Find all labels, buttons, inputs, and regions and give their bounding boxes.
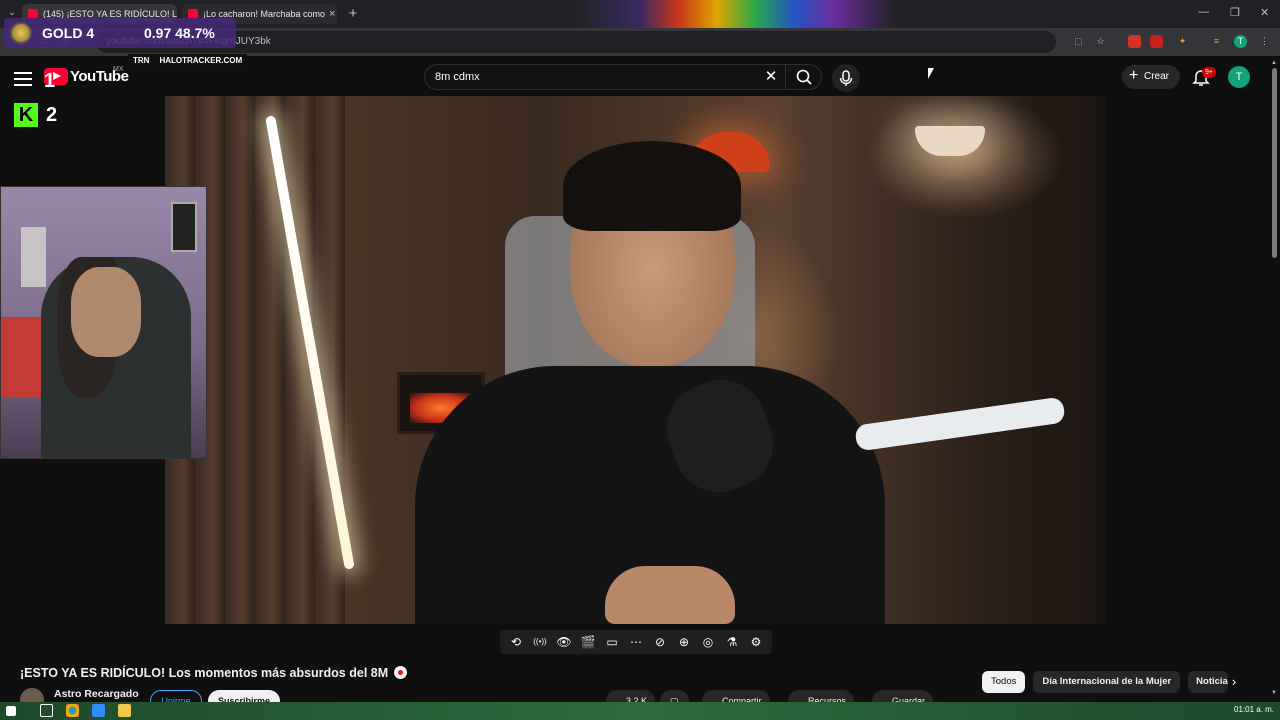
kebab-menu-icon[interactable]: ⋮: [1258, 35, 1271, 48]
view-icon[interactable]: 👁: [556, 634, 572, 650]
address-bar[interactable]: youtube.com/watch?v=FKqrdJUY3bk: [96, 31, 1056, 53]
system-clock: 01:01 a. m.: [1234, 705, 1275, 714]
mouse-cursor-icon: [928, 68, 934, 79]
task-view-icon[interactable]: [40, 704, 53, 717]
hamburger-menu-icon[interactable]: [14, 72, 32, 86]
scroll-up-arrow-icon[interactable]: ▲: [1271, 60, 1277, 66]
kick-logo-icon: K: [14, 103, 38, 127]
scroll-down-arrow-icon[interactable]: ▼: [1271, 690, 1277, 696]
create-button[interactable]: Crear: [1122, 64, 1180, 89]
loop-icon[interactable]: ⟲: [508, 634, 524, 650]
chip-todos[interactable]: Todos: [982, 671, 1026, 693]
os-taskbar: [0, 702, 1280, 720]
video-person-hair: [563, 141, 741, 231]
video-title-text: ¡ESTO YA ES RIDÍCULO! Los momentos más a…: [20, 666, 389, 680]
voice-search-button[interactable]: [832, 64, 860, 92]
sidepanel-icon[interactable]: ≡: [1210, 35, 1223, 48]
tab-close-icon[interactable]: ×: [325, 8, 335, 20]
trn-label: TRN: [133, 56, 150, 65]
extension-icon[interactable]: [1128, 35, 1141, 48]
audio-icon[interactable]: ((•)): [532, 634, 548, 650]
settings-gear-icon[interactable]: ⚙: [748, 634, 764, 650]
rank-overlay: GOLD 4 0.97 48.7%: [4, 18, 236, 48]
notification-count-badge: 9+: [1202, 67, 1216, 78]
webcam-red-cloth: [1, 317, 41, 397]
twitch-viewer-count: 1: [44, 70, 56, 92]
clear-search-icon[interactable]: ✕: [761, 67, 781, 87]
maximize-button[interactable]: ❐: [1230, 6, 1240, 19]
halotracker-label: HALOTRACKER.COM: [159, 56, 243, 65]
search-icon: [796, 69, 812, 85]
recommendation-chips: Todos Día Internacional de la Mujer Noti…: [982, 671, 1229, 693]
video-title: ¡ESTO YA ES RIDÍCULO! Los momentos más a…: [20, 664, 408, 680]
install-icon[interactable]: ⬚: [1072, 35, 1085, 48]
chip-noticias[interactable]: Noticias: [1188, 671, 1229, 693]
new-tab-button[interactable]: +: [345, 6, 361, 22]
player-extension-toolbar: ⟲ ((•)) 👁 🎬 ▭ ⋯ ⊘ ⊕ ◎ ⚗ ⚙: [500, 630, 772, 654]
video-mic-arm: [854, 396, 1066, 452]
rank-stats: 0.97 48.7%: [144, 25, 215, 41]
video-player[interactable]: [165, 96, 1106, 624]
chip-dia-mujer[interactable]: Día Internacional de la Mujer: [1033, 671, 1181, 693]
webcam-person-face: [71, 267, 141, 357]
clown-emoji-icon: [394, 666, 408, 679]
screenshot-icon[interactable]: ◎: [700, 634, 716, 650]
add-frame-icon[interactable]: ⊕: [676, 634, 692, 650]
screen-icon[interactable]: ▭: [604, 634, 620, 650]
account-avatar[interactable]: T: [1228, 66, 1250, 88]
microphone-icon: [839, 70, 853, 86]
search-button[interactable]: [785, 65, 822, 89]
video-floor-lamp: [915, 126, 985, 156]
clapperboard-icon[interactable]: 🎬: [580, 634, 596, 650]
speed-icon[interactable]: ⊘: [652, 634, 668, 650]
scrollbar-thumb[interactable]: [1272, 68, 1277, 258]
country-code: MX: [113, 66, 124, 73]
zoom-taskbar-icon[interactable]: [92, 704, 105, 717]
film-strip-icon[interactable]: ⋯: [628, 634, 644, 650]
flask-icon[interactable]: ⚗: [724, 634, 740, 650]
profile-avatar-icon[interactable]: T: [1234, 35, 1247, 48]
close-window-button[interactable]: ✕: [1260, 6, 1269, 19]
video-person-hands: [605, 566, 735, 624]
channel-name[interactable]: Astro Recargado: [54, 688, 139, 700]
extension-icon[interactable]: [1150, 35, 1163, 48]
folder-taskbar-icon[interactable]: [118, 704, 131, 717]
chrome-taskbar-icon[interactable]: [66, 704, 79, 717]
puzzle-icon[interactable]: ✦: [1176, 35, 1189, 48]
chevron-right-icon[interactable]: ›: [1226, 674, 1242, 690]
webcam-frame: [171, 202, 197, 252]
webcam-poster: [21, 227, 46, 287]
halotracker-banner: TRN HALOTRACKER.COM: [128, 54, 248, 68]
rank-badge-icon: [10, 22, 32, 44]
kick-count: 2: [46, 103, 58, 126]
rank-label: GOLD 4: [42, 25, 95, 41]
streamer-webcam: [0, 186, 207, 459]
kick-viewer-counter: K 2: [14, 103, 57, 127]
bookmark-star-icon[interactable]: ☆: [1094, 35, 1107, 48]
create-label: Crear: [1144, 71, 1170, 82]
search-box: ✕: [424, 64, 822, 90]
minimize-button[interactable]: —: [1198, 6, 1209, 18]
start-menu-icon[interactable]: [6, 706, 16, 716]
search-input[interactable]: [435, 65, 755, 89]
